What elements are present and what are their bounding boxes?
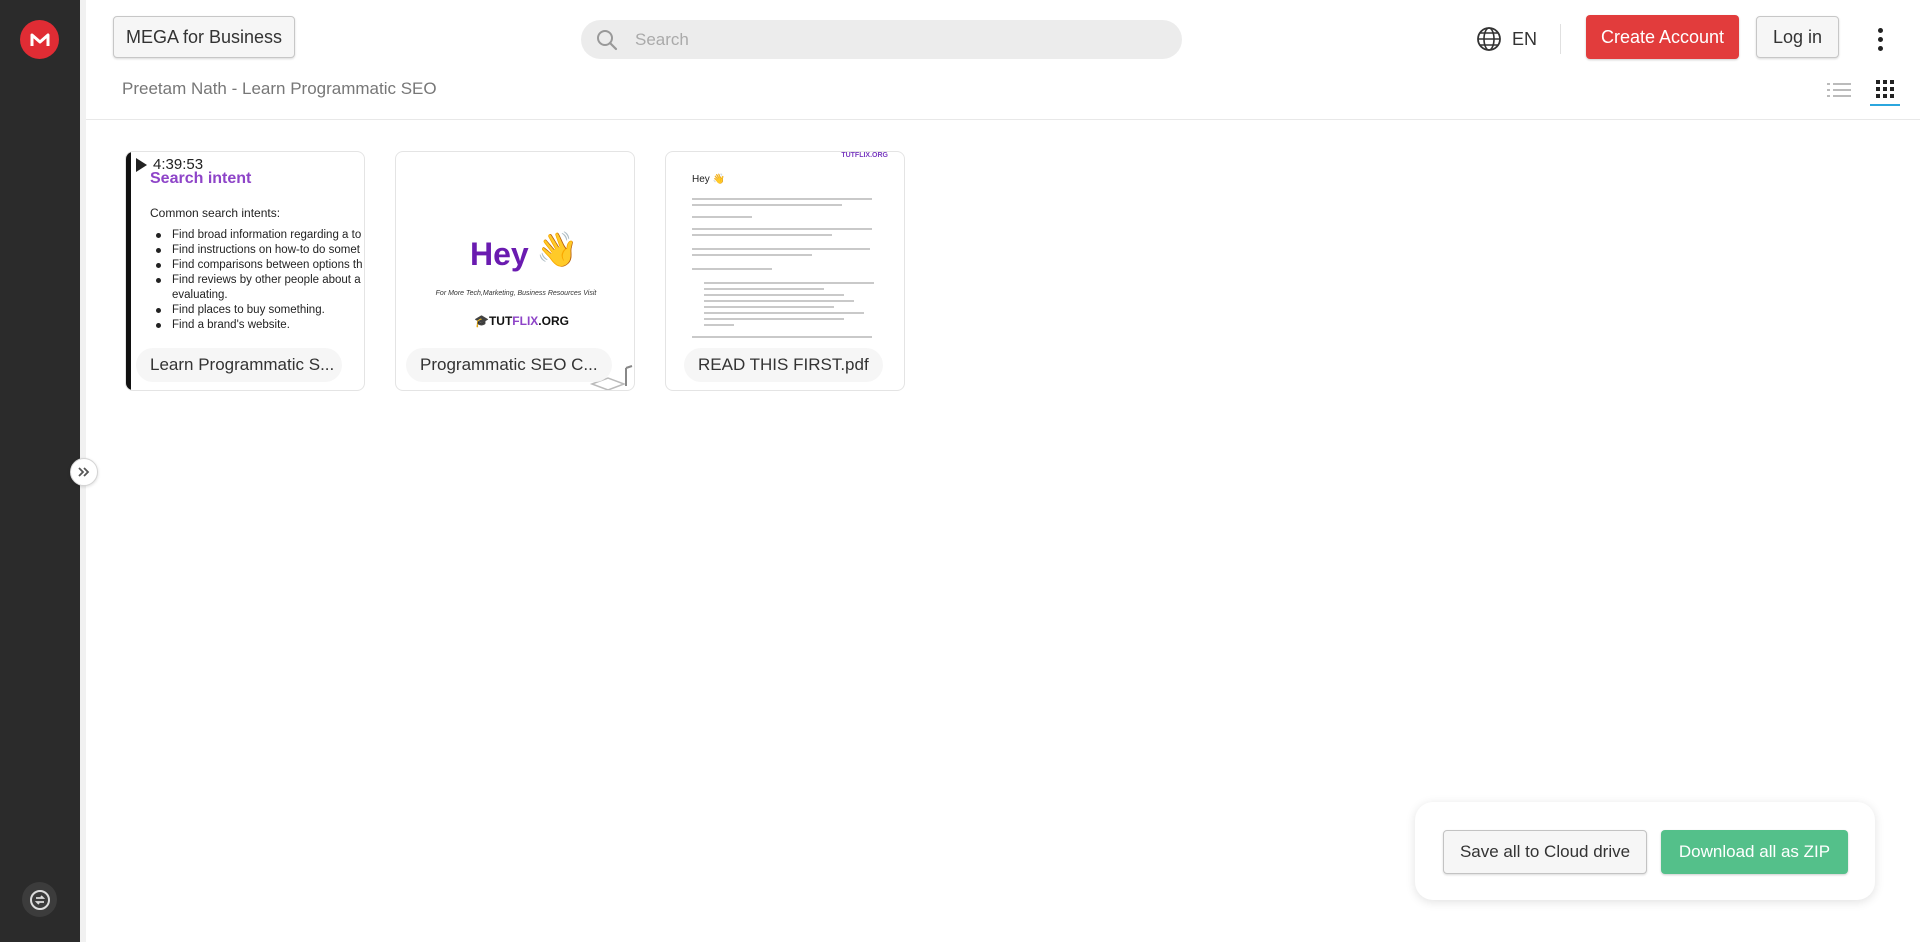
expand-sidebar-button[interactable] (70, 458, 98, 486)
file-card-video[interactable]: 4:39:53 Search intent Common search inte… (125, 151, 365, 391)
list-view-icon[interactable] (1827, 80, 1851, 100)
header-separator (86, 119, 1920, 120)
language-label: EN (1512, 28, 1538, 49)
waving-hand-icon: 👋 (536, 231, 579, 269)
language-selector[interactable]: EN (1476, 26, 1537, 52)
thumb-hey-heading: Hey (470, 236, 529, 272)
thumb-resources-text: For More Tech,Marketing, Business Resour… (435, 290, 597, 297)
mega-logo-icon[interactable] (20, 20, 59, 59)
play-icon (136, 157, 147, 172)
file-name: Programmatic SEO C... (406, 348, 612, 382)
list-item: Find places to buy something. (150, 303, 364, 318)
brand-suffix: .ORG (538, 314, 569, 328)
search-input[interactable]: Search (581, 20, 1182, 59)
create-account-button[interactable]: Create Account (1586, 15, 1739, 59)
list-item: Find reviews by other people about a (150, 273, 364, 288)
search-placeholder: Search (635, 29, 689, 49)
file-card-pdf[interactable]: TUTFLIX.ORG Hey 👋 READ THIS FIRST.pdf (665, 151, 905, 391)
thumb-pdf-greeting: Hey 👋 (692, 174, 726, 185)
header-divider (1560, 24, 1561, 54)
thumb-bullet-list: Find broad information regarding a to Fi… (150, 228, 364, 333)
video-thumb-edge (126, 152, 131, 390)
thumb-brand-logo: 🎓TUTFLIX.ORG (474, 314, 569, 328)
mega-for-business-button[interactable]: MEGA for Business (113, 16, 295, 58)
file-name: Learn Programmatic S... (136, 348, 342, 382)
globe-icon (1477, 27, 1501, 51)
log-in-button[interactable]: Log in (1756, 16, 1839, 58)
file-card-image[interactable]: Hey 👋 For More Tech,Marketing, Business … (395, 151, 635, 391)
list-item: Find comparisons between options th (150, 258, 364, 273)
grid-view-button[interactable] (1870, 78, 1900, 106)
brand-accent: FLIX (512, 314, 539, 328)
file-name: READ THIS FIRST.pdf (684, 348, 883, 382)
search-icon (597, 29, 618, 50)
breadcrumb: Preetam Nath - Learn Programmatic SEO (122, 79, 437, 98)
thumb-tag: TUTFLIX.ORG (841, 152, 888, 159)
brand-prefix: TUT (488, 314, 513, 328)
grid-view-icon (1876, 80, 1894, 98)
thumb-slide-subtitle: Common search intents: (150, 206, 281, 220)
list-item-continuation: evaluating. (172, 289, 228, 301)
save-all-to-cloud-button[interactable]: Save all to Cloud drive (1443, 830, 1647, 874)
thumb-slide-title: Search intent (150, 170, 252, 187)
download-all-zip-button[interactable]: Download all as ZIP (1661, 830, 1848, 874)
list-item: Find broad information regarding a to (150, 228, 364, 243)
more-options-icon[interactable] (1870, 24, 1890, 54)
list-item: Find instructions on how-to do somet (150, 243, 364, 258)
transfer-manager-icon[interactable] (22, 882, 57, 917)
left-rail (0, 0, 80, 942)
bulk-actions-panel: Save all to Cloud drive Download all as … (1415, 802, 1875, 900)
list-item: Find a brand's website. (150, 318, 364, 333)
